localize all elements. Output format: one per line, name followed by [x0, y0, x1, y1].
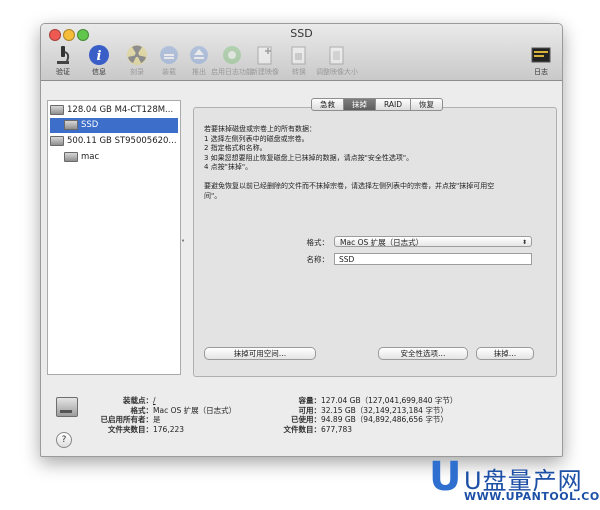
svg-text:i: i	[97, 49, 102, 64]
resize-image-tool-button[interactable]: 调整映像大小	[307, 42, 367, 78]
disk-label: 500.11 GB ST95005620...	[67, 136, 177, 146]
instruction-line: 2 指定格式和名称。	[204, 144, 267, 153]
volume-label: SSD	[81, 120, 99, 130]
mount-point-key: 装载点：	[123, 396, 153, 405]
disk-utility-window: SSD 验证 i 信息 刻录 装载 推出 启用日志功能 新建映像 转换 调整映像…	[40, 23, 563, 457]
note-line: 要避免恢复以前已经删除的文件而不抹掉宗卷，请选择左侧列表中的宗卷，并点按"抹掉可…	[204, 182, 495, 190]
note-line: 间"。	[204, 191, 222, 200]
volume-icon	[64, 119, 78, 130]
instruction-line: 3 如果您想要阻止恢复磁盘上已抹掉的数据，请点按"安全性选项"。	[204, 153, 414, 162]
disk-item-m4[interactable]: 128.04 GB M4-CT128M...	[50, 103, 178, 118]
owners-enabled-key: 已启用所有者：	[100, 415, 154, 424]
erase-free-space-button[interactable]: 抹掉可用空间…	[204, 347, 316, 360]
resize-image-label: 调整映像大小	[316, 68, 358, 76]
name-field[interactable]: SSD	[334, 253, 532, 265]
resize-image-icon	[329, 46, 344, 65]
disk-item-st950[interactable]: 500.11 GB ST95005620...	[50, 134, 178, 149]
format-select[interactable]: Mac OS 扩展（日志式） ⬍	[334, 236, 532, 247]
folder-count-key: 文件夹数目：	[108, 424, 153, 434]
security-options-button[interactable]: 安全性选项…	[378, 347, 468, 360]
info-icon: i	[89, 45, 109, 65]
volume-icon	[64, 151, 78, 162]
radioactive-icon	[127, 45, 147, 65]
split-view-handle[interactable]: •	[181, 237, 185, 245]
title-bar: SSD 验证 i 信息 刻录 装载 推出 启用日志功能 新建映像 转换 调整映像…	[41, 24, 562, 81]
tab-first-aid[interactable]: 急救	[311, 98, 344, 111]
erase-instructions: 若要抹掉磁盘或宗卷上的所有数据： 1 选择左侧列表中的磁盘或宗卷。 2 指定格式…	[204, 125, 544, 173]
log-label: 日志	[534, 68, 548, 76]
disk-label: 128.04 GB M4-CT128M...	[67, 105, 174, 115]
instruction-line: 若要抹掉磁盘或宗卷上的所有数据：	[204, 125, 316, 133]
erase-free-space-note: 要避免恢复以前已经删除的文件而不抹掉宗卷，请选择左侧列表中的宗卷，并点按"抹掉可…	[204, 182, 544, 201]
volume-item-ssd[interactable]: SSD	[50, 118, 178, 133]
used-key: 已使用：	[291, 415, 321, 424]
chevron-updown-icon: ⬍	[521, 239, 527, 246]
available-value: 32.15 GB（32,149,213,184 字节）	[321, 405, 448, 415]
console-log-icon	[531, 47, 551, 63]
info-right-column: 容量：127.04 GB（127,041,699,840 字节） 可用：32.1…	[276, 396, 458, 434]
name-label: 名称：	[306, 255, 330, 264]
file-count-key: 文件数目：	[283, 424, 322, 434]
format-value: Mac OS 扩展（日志式）	[340, 238, 424, 247]
tab-raid[interactable]: RAID	[376, 98, 412, 111]
window-title: SSD	[290, 27, 313, 40]
used-value: 94.89 GB（94,892,486,656 字节）	[321, 415, 448, 424]
watermark-logo-icon: U	[429, 454, 462, 500]
site-watermark: U U盘量产网 WWW.UPANTOOL.COM	[424, 455, 600, 510]
format-label: 格式：	[306, 238, 330, 247]
disk-list[interactable]: 128.04 GB M4-CT128M... SSD 500.11 GB ST9…	[47, 100, 181, 375]
instruction-line: 4 点按"抹掉"。	[204, 163, 253, 172]
instruction-line: 1 选择左侧列表中的磁盘或宗卷。	[204, 134, 309, 143]
capacity-key: 容量：	[298, 396, 322, 405]
file-count-value: 677,783	[321, 424, 353, 434]
info-left-column: 装载点：/ 格式：Mac OS 扩展（日志式） 已启用所有者：是 文件夹数目：1…	[83, 396, 237, 434]
capacity-value: 127.04 GB（127,041,699,840 字节）	[321, 396, 458, 405]
new-image-icon	[257, 46, 272, 65]
format-value: Mac OS 扩展（日志式）	[153, 405, 237, 415]
watermark-url: WWW.UPANTOOL.COM	[464, 490, 600, 503]
available-key: 可用：	[298, 405, 322, 415]
tab-bar: 急救 抹掉 RAID 恢复	[311, 98, 444, 111]
mount-point-link[interactable]: /	[153, 396, 156, 405]
microscope-icon	[57, 46, 70, 64]
erase-button[interactable]: 抹掉…	[476, 347, 534, 360]
volume-label: mac	[81, 152, 100, 162]
tab-restore[interactable]: 恢复	[411, 98, 444, 111]
volume-icon	[56, 397, 78, 417]
folder-count-value: 176,223	[153, 424, 185, 434]
tab-erase[interactable]: 抹掉	[344, 98, 376, 111]
owners-enabled-value: 是	[153, 415, 161, 424]
hard-disk-icon	[50, 104, 64, 115]
format-key: 格式：	[130, 405, 154, 415]
hard-disk-icon	[50, 135, 64, 146]
journal-icon	[223, 46, 241, 64]
help-button[interactable]: ?	[56, 432, 72, 448]
volume-item-mac[interactable]: mac	[50, 150, 178, 165]
log-tool-button[interactable]: 日志	[519, 42, 562, 78]
